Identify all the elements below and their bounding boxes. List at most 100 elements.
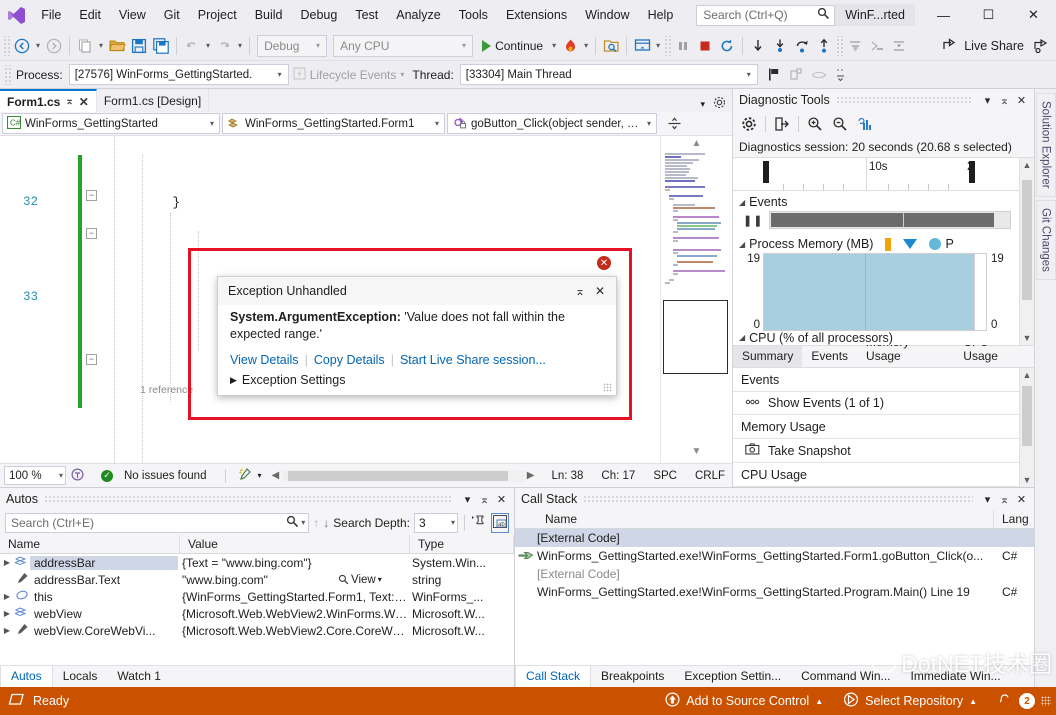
table-row[interactable]: [External Code] bbox=[515, 565, 1034, 583]
table-row[interactable]: WinForms_GettingStarted.exe!WinForms_Get… bbox=[515, 583, 1034, 601]
continue-dropdown-icon[interactable]: ▾ bbox=[549, 41, 559, 50]
table-row[interactable]: ▶ this {WinForms_GettingStarted.Form1, T… bbox=[0, 588, 514, 605]
scroll-thumb[interactable] bbox=[1022, 386, 1032, 446]
close-icon[interactable]: ✕ bbox=[79, 95, 89, 109]
close-icon[interactable]: ✕ bbox=[590, 284, 610, 298]
indent-icon[interactable] bbox=[888, 34, 910, 58]
error-icon[interactable]: ✕ bbox=[597, 256, 611, 270]
scroll-left-icon[interactable]: ◀ bbox=[271, 470, 279, 481]
chevron-down-icon[interactable]: ▾ bbox=[979, 493, 996, 506]
glyph-margin[interactable] bbox=[46, 193, 72, 212]
code-cleanup-icon[interactable] bbox=[238, 467, 253, 485]
continue-button[interactable]: Continue bbox=[476, 34, 549, 58]
horizontal-scrollbar[interactable]: ◀ ▶ bbox=[271, 470, 534, 482]
table-row[interactable]: addressBar.Text "www.bing.com" View ▾ st… bbox=[0, 571, 514, 588]
debug-overflow-icon[interactable] bbox=[830, 63, 852, 87]
menu-analyze[interactable]: Analyze bbox=[387, 0, 449, 31]
pin-icon[interactable]: ⌅ bbox=[570, 284, 590, 298]
row-value[interactable]: {Microsoft.Web.WebView2.WinForms.We... bbox=[178, 607, 408, 621]
stack-frame-icon[interactable] bbox=[786, 63, 808, 87]
toolbar-grip[interactable] bbox=[2, 36, 11, 56]
stop-debugging-icon[interactable] bbox=[694, 34, 716, 58]
menu-debug[interactable]: Debug bbox=[291, 0, 346, 31]
minimize-button[interactable]: — bbox=[921, 0, 966, 31]
scroll-thumb[interactable] bbox=[288, 471, 508, 481]
row-value[interactable]: {Microsoft.Web.WebView2.Core.CoreWeb... bbox=[178, 624, 408, 638]
row-value[interactable]: "www.bing.com" bbox=[178, 573, 338, 587]
summary-item-show-events[interactable]: Show Events (1 of 1) bbox=[733, 392, 1019, 415]
tab-autos[interactable]: Autos bbox=[0, 665, 53, 687]
menu-window[interactable]: Window bbox=[576, 0, 638, 31]
close-icon[interactable]: ✕ bbox=[493, 493, 510, 506]
summary-item-take-snapshot[interactable]: Take Snapshot bbox=[733, 439, 1019, 463]
search-depth-select[interactable]: 3 ▾ bbox=[414, 513, 458, 533]
hexadecimal-display-icon[interactable]: ab bbox=[491, 513, 509, 533]
expand-toggle-icon[interactable]: ▶ bbox=[0, 626, 14, 635]
toolbar-grip-2[interactable] bbox=[663, 36, 672, 56]
zoom-in-icon[interactable] bbox=[803, 113, 827, 135]
comment-selection-icon[interactable] bbox=[866, 34, 888, 58]
rail-tab-solution-explorer[interactable]: Solution Explorer bbox=[1036, 93, 1056, 197]
exception-helper-popup[interactable]: Exception Unhandled ⌅ ✕ System.ArgumentE… bbox=[217, 276, 617, 396]
exception-settings-expander[interactable]: ▶ Exception Settings bbox=[218, 370, 616, 395]
column-header-name[interactable]: Name bbox=[537, 510, 994, 528]
flag-icon[interactable] bbox=[764, 63, 786, 87]
new-item-icon[interactable] bbox=[74, 34, 96, 58]
menu-extensions[interactable]: Extensions bbox=[497, 0, 576, 31]
copy-details-link[interactable]: Copy Details bbox=[314, 353, 385, 367]
solution-platform-select[interactable]: Any CPU ▾ bbox=[333, 35, 473, 57]
step-into-icon[interactable] bbox=[747, 34, 769, 58]
tab-watch-1[interactable]: Watch 1 bbox=[107, 666, 171, 687]
tab-command-window[interactable]: Command Win... bbox=[791, 666, 900, 687]
column-header-language[interactable]: Lang bbox=[994, 510, 1034, 528]
code-minimap[interactable]: ▲ bbox=[660, 136, 732, 463]
tab-form1-design[interactable]: Form1.cs [Design] bbox=[97, 89, 209, 112]
hot-reload-dropdown-icon[interactable]: ▾ bbox=[581, 41, 591, 50]
panel-drag-handle[interactable] bbox=[583, 495, 973, 503]
scroll-down-icon[interactable]: ▼ bbox=[1020, 333, 1034, 343]
attach-to-process-icon[interactable] bbox=[600, 34, 622, 58]
autos-search-input[interactable]: Search (Ctrl+E) ▾ bbox=[5, 513, 309, 533]
row-value[interactable]: {Text = "www.bing.com"} bbox=[178, 556, 408, 570]
pin-icon[interactable]: ⌅ bbox=[476, 493, 493, 506]
lifecycle-events-button[interactable]: Lifecycle Events ▾ bbox=[289, 67, 409, 83]
step-up-icon[interactable] bbox=[813, 34, 835, 58]
code-line[interactable]: 32 } bbox=[0, 193, 660, 212]
settings-gear-icon[interactable] bbox=[737, 113, 761, 135]
back-dropdown-icon[interactable]: ▾ bbox=[33, 41, 43, 50]
toolbar-grip-3[interactable] bbox=[835, 36, 844, 56]
notifications-button[interactable]: 2 bbox=[987, 692, 1039, 710]
open-file-icon[interactable] bbox=[106, 34, 128, 58]
project-dropdown[interactable]: C# WinForms_GettingStarted ▾ bbox=[2, 113, 220, 134]
cpu-section-header[interactable]: ◢ CPU (% of all processors) bbox=[733, 331, 1019, 345]
solution-configuration-select[interactable]: Debug ▾ bbox=[257, 35, 327, 57]
menu-test[interactable]: Test bbox=[346, 0, 387, 31]
chevron-down-icon[interactable]: ▾ bbox=[700, 99, 705, 110]
diagnostics-timeline[interactable]: 10s 2 bbox=[733, 158, 1019, 191]
layout-dropdown-icon[interactable]: ▾ bbox=[653, 41, 663, 50]
search-options-icon[interactable]: ▾ bbox=[299, 518, 305, 527]
fold-toggle[interactable]: − bbox=[86, 354, 97, 365]
cleanup-dropdown-icon[interactable]: ▾ bbox=[257, 471, 261, 480]
process-select[interactable]: [27576] WinForms_GettingStarted. ▾ bbox=[69, 64, 289, 85]
step-out-icon[interactable] bbox=[791, 34, 813, 58]
column-header-name[interactable]: Name bbox=[0, 535, 180, 553]
scroll-up-icon[interactable]: ▲ bbox=[1020, 160, 1034, 170]
export-icon[interactable] bbox=[770, 113, 794, 135]
scroll-track[interactable] bbox=[282, 470, 524, 482]
scroll-thumb[interactable] bbox=[1022, 180, 1032, 300]
panel-drag-handle[interactable] bbox=[44, 495, 453, 503]
window-layout-icon[interactable] bbox=[631, 34, 653, 58]
arrow-up-icon[interactable]: ↑ bbox=[313, 516, 319, 530]
pin-column-icon[interactable] bbox=[471, 514, 487, 532]
quick-launch-search[interactable]: Search (Ctrl+Q) bbox=[696, 5, 835, 26]
menu-help[interactable]: Help bbox=[639, 0, 683, 31]
close-icon[interactable]: ✕ bbox=[1013, 94, 1030, 107]
select-repository-button[interactable]: Select Repository ▲ bbox=[833, 692, 987, 710]
minimap-scroll-up[interactable]: ▲ bbox=[661, 138, 732, 149]
navigate-forward-icon[interactable] bbox=[43, 34, 65, 58]
member-dropdown[interactable]: goButton_Click(object sender, Eve ▾ bbox=[447, 113, 657, 134]
start-live-share-link[interactable]: Start Live Share session... bbox=[400, 353, 546, 367]
scroll-down-icon[interactable]: ▼ bbox=[1020, 475, 1034, 485]
undo-dropdown-icon[interactable]: ▾ bbox=[203, 41, 213, 50]
